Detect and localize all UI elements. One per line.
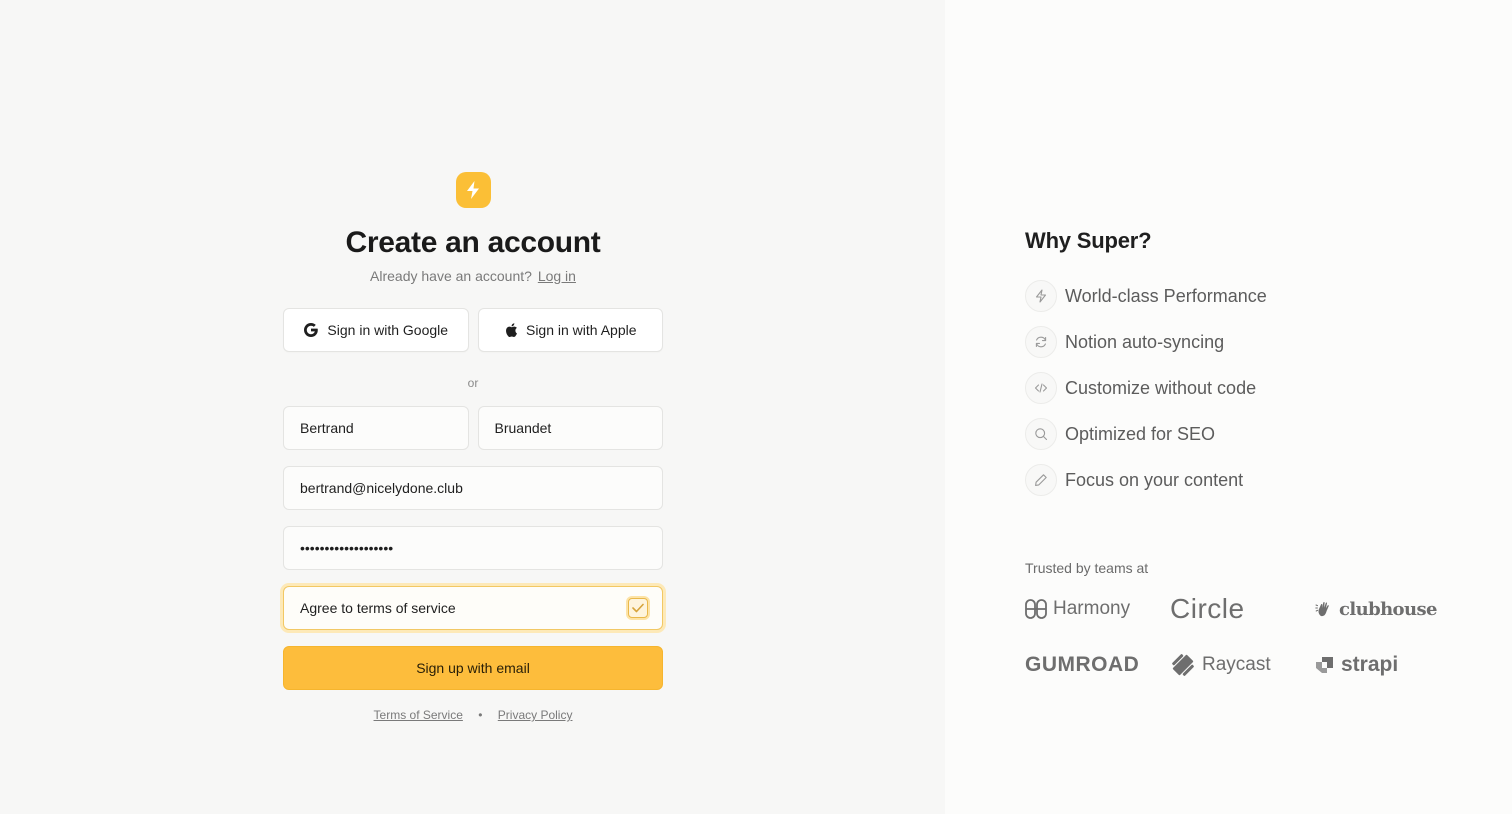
apple-signin-button[interactable]: Sign in with Apple bbox=[477, 308, 663, 352]
password-input[interactable]: ••••••••••••••••••• bbox=[283, 526, 663, 570]
name-row: Bertrand Bruandet bbox=[283, 406, 663, 450]
feature-label: World-class Performance bbox=[1065, 285, 1267, 306]
login-link[interactable]: Log in bbox=[538, 268, 576, 284]
gumroad-wordmark: GUMROAD bbox=[1025, 653, 1140, 676]
email-input[interactable]: bertrand@nicelydone.club bbox=[283, 466, 663, 510]
signup-panel: Create an account Already have an accoun… bbox=[0, 0, 945, 814]
circle-logo: Circle bbox=[1170, 592, 1315, 626]
harmony-wordmark: Harmony bbox=[1053, 598, 1131, 619]
login-prompt-text: Already have an account? bbox=[370, 268, 532, 284]
why-title: Why Super? bbox=[1025, 228, 1152, 253]
why-section: Why Super? World-class Performance Notio… bbox=[1025, 228, 1465, 510]
feature-list: World-class Performance Notion auto-sync… bbox=[1025, 280, 1465, 496]
first-name-input[interactable]: Bertrand bbox=[283, 406, 469, 450]
raycast-mark-icon bbox=[1172, 654, 1194, 676]
check-icon bbox=[632, 603, 644, 613]
brand-logos: Harmony Circle clubhouse GUMROAD Raycast… bbox=[1025, 592, 1445, 682]
clubhouse-wordmark: clubhouse bbox=[1339, 598, 1437, 620]
feature-item: Notion auto-syncing bbox=[1025, 326, 1465, 358]
clubhouse-logo: clubhouse bbox=[1315, 592, 1445, 626]
agree-terms-checkbox[interactable] bbox=[628, 598, 648, 618]
harmony-mark-icon bbox=[1025, 599, 1047, 619]
signup-email-button[interactable]: Sign up with email bbox=[283, 646, 663, 690]
legal-separator: • bbox=[478, 708, 483, 722]
pencil-icon bbox=[1025, 464, 1057, 496]
trusted-section: Trusted by teams at Harmony Circle clubh… bbox=[1025, 560, 1445, 682]
trusted-label: Trusted by teams at bbox=[1025, 560, 1149, 576]
signup-form: Create an account Already have an accoun… bbox=[283, 172, 663, 722]
brand-logo bbox=[455, 172, 491, 208]
oauth-buttons: Sign in with Google Sign in with Apple bbox=[283, 308, 663, 352]
google-icon bbox=[304, 323, 319, 337]
feature-item: Customize without code bbox=[1025, 372, 1465, 404]
apple-signin-label: Sign in with Apple bbox=[525, 322, 637, 338]
feature-label: Notion auto-syncing bbox=[1065, 331, 1225, 352]
code-icon bbox=[1025, 372, 1057, 404]
apple-icon bbox=[506, 323, 517, 337]
raycast-wordmark: Raycast bbox=[1202, 654, 1271, 675]
feature-label: Customize without code bbox=[1065, 377, 1257, 398]
feature-item: Optimized for SEO bbox=[1025, 418, 1465, 450]
agree-terms-label: Agree to terms of service bbox=[300, 600, 456, 616]
gumroad-logo: GUMROAD bbox=[1025, 648, 1170, 682]
strapi-mark-icon bbox=[1316, 657, 1333, 673]
search-icon bbox=[1025, 418, 1057, 450]
harmony-logo: Harmony bbox=[1025, 592, 1170, 626]
page-title: Create an account bbox=[345, 226, 601, 259]
feature-label: Optimized for SEO bbox=[1065, 423, 1216, 444]
agree-terms-field[interactable]: Agree to terms of service bbox=[283, 586, 663, 630]
strapi-wordmark: strapi bbox=[1341, 653, 1399, 676]
terms-link[interactable]: Terms of Service bbox=[374, 708, 463, 722]
or-divider: or bbox=[467, 376, 479, 390]
features-panel: Why Super? World-class Performance Notio… bbox=[945, 0, 1512, 814]
privacy-link[interactable]: Privacy Policy bbox=[498, 708, 573, 722]
sync-icon bbox=[1025, 326, 1057, 358]
raycast-logo: Raycast bbox=[1170, 648, 1315, 682]
legal-links: Terms of Service • Privacy Policy bbox=[283, 708, 663, 722]
google-signin-label: Sign in with Google bbox=[327, 322, 449, 338]
feature-item: Focus on your content bbox=[1025, 464, 1465, 496]
bolt-icon bbox=[1025, 280, 1057, 312]
feature-label: Focus on your content bbox=[1065, 469, 1244, 490]
google-signin-button[interactable]: Sign in with Google bbox=[283, 308, 469, 352]
clubhouse-hand-icon bbox=[1315, 602, 1329, 617]
last-name-input[interactable]: Bruandet bbox=[477, 406, 663, 450]
circle-wordmark: Circle bbox=[1170, 593, 1245, 624]
strapi-logo: strapi bbox=[1315, 648, 1445, 682]
feature-item: World-class Performance bbox=[1025, 280, 1465, 312]
login-prompt: Already have an account? Log in bbox=[283, 268, 663, 284]
bolt-icon bbox=[467, 181, 479, 199]
